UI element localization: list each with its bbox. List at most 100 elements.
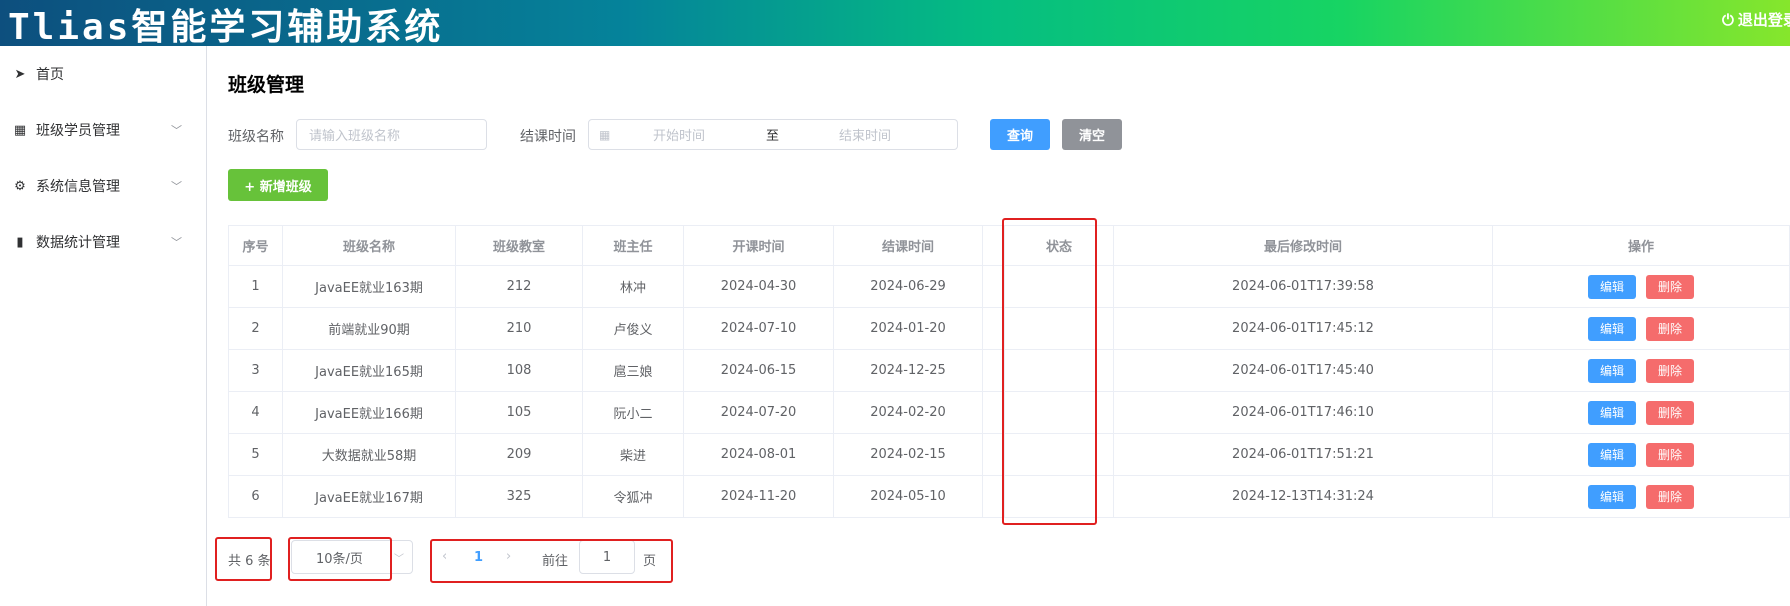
highlight-page-size [288, 537, 392, 581]
table-cell: 2024-06-29 [833, 265, 983, 308]
actions-cell: 编辑 删除 [1492, 349, 1790, 392]
table-cell: JavaEE就业165期 [282, 349, 456, 392]
table-cell: 2024-06-01T17:46:10 [1113, 391, 1493, 434]
sidebar-item-class-student[interactable]: ▦ 班级学员管理 ﹀ [0, 102, 206, 158]
table-cell: 2024-06-01T17:51:21 [1113, 433, 1493, 476]
actions-cell: 编辑 删除 [1492, 307, 1790, 350]
column-header: 序号 [228, 225, 283, 266]
table-cell: 前端就业90期 [282, 307, 456, 350]
logout-button[interactable]: ⏻退出登录 [1722, 9, 1790, 30]
delete-button[interactable]: 删除 [1646, 274, 1694, 299]
table-cell: 2024-12-25 [833, 349, 983, 392]
query-button[interactable]: 查询 [990, 119, 1050, 150]
chevron-down-icon: ﹀ [171, 124, 182, 137]
table-cell: 大数据就业58期 [282, 433, 456, 476]
column-header: 班主任 [582, 225, 684, 266]
table-cell: 105 [455, 391, 583, 434]
table-cell: 2 [228, 307, 283, 350]
table-cell: 2024-11-20 [683, 475, 834, 518]
table-cell: JavaEE就业167期 [282, 475, 456, 518]
highlight-total [215, 537, 272, 581]
edit-button[interactable]: 编辑 [1588, 442, 1636, 467]
start-date-input[interactable]: 开始时间 [653, 125, 705, 144]
column-header: 结课时间 [833, 225, 983, 266]
delete-button[interactable]: 删除 [1646, 484, 1694, 509]
table-cell: 1 [228, 265, 283, 308]
gear-icon: ⚙ [14, 178, 26, 194]
sidebar-item-system-info[interactable]: ⚙ 系统信息管理 ﹀ [0, 158, 206, 214]
table-cell: 扈三娘 [582, 349, 684, 392]
edit-button[interactable]: 编辑 [1588, 400, 1636, 425]
table-cell: 5 [228, 433, 283, 476]
table-cell: 柴进 [582, 433, 684, 476]
actions-cell: 编辑 删除 [1492, 391, 1790, 434]
table-cell: 210 [455, 307, 583, 350]
column-header: 开课时间 [683, 225, 834, 266]
edit-button[interactable]: 编辑 [1588, 358, 1636, 383]
table-cell: 林冲 [582, 265, 684, 308]
sidebar: ➤ 首页 ▦ 班级学员管理 ﹀ ⚙ 系统信息管理 ﹀ ▮ 数据统计管理 ﹀ [0, 46, 207, 606]
column-header: 操作 [1492, 225, 1790, 266]
table-cell: 212 [455, 265, 583, 308]
delete-button[interactable]: 删除 [1646, 442, 1694, 467]
delete-button[interactable]: 删除 [1646, 316, 1694, 341]
end-date-label: 结课时间 [520, 129, 576, 145]
app-title: Tlias智能学习辅助系统 [8, 7, 444, 46]
table-cell: 325 [455, 475, 583, 518]
class-name-input[interactable]: 请输入班级名称 [296, 119, 487, 150]
table-cell: 2024-07-20 [683, 391, 834, 434]
delete-button[interactable]: 删除 [1646, 358, 1694, 383]
delete-button[interactable]: 删除 [1646, 400, 1694, 425]
actions-cell: 编辑 删除 [1492, 265, 1790, 308]
range-separator: 至 [766, 129, 780, 144]
chevron-down-icon: ﹀ [171, 236, 182, 249]
page-title: 班级管理 [228, 74, 305, 96]
table-cell: 2024-04-30 [683, 265, 834, 308]
table-cell: 209 [455, 433, 583, 476]
chevron-down-icon: ﹀ [171, 180, 182, 193]
table-cell: 2024-02-20 [833, 391, 983, 434]
logout-label: 退出登录 [1737, 11, 1790, 29]
table-cell: 2024-06-01T17:45:40 [1113, 349, 1493, 392]
edit-button[interactable]: 编辑 [1588, 316, 1636, 341]
table-cell: 2024-02-15 [833, 433, 983, 476]
class-name-label: 班级名称 [228, 129, 284, 145]
table-cell: 2024-12-13T14:31:24 [1113, 475, 1493, 518]
sidebar-item-home[interactable]: ➤ 首页 [0, 46, 206, 102]
column-header: 班级教室 [455, 225, 583, 266]
table-cell: 阮小二 [582, 391, 684, 434]
edit-button[interactable]: 编辑 [1588, 484, 1636, 509]
table-cell: 2024-01-20 [833, 307, 983, 350]
table-cell: 3 [228, 349, 283, 392]
highlight-status-column [1002, 218, 1097, 525]
grid-icon: ▦ [13, 122, 27, 138]
highlight-pager [430, 539, 673, 583]
table-cell: 2024-05-10 [833, 475, 983, 518]
chevron-down-icon: ﹀ [394, 553, 404, 565]
table-cell: 2024-08-01 [683, 433, 834, 476]
paper-plane-icon: ➤ [14, 66, 26, 82]
sidebar-item-label: 班级学员管理 [36, 123, 120, 139]
table-cell: 2024-06-15 [683, 349, 834, 392]
class-name-placeholder: 请输入班级名称 [309, 129, 401, 144]
power-icon: ⏻ [1722, 10, 1734, 29]
actions-cell: 编辑 删除 [1492, 475, 1790, 518]
sidebar-item-label: 系统信息管理 [36, 179, 120, 195]
sidebar-item-statistics[interactable]: ▮ 数据统计管理 ﹀ [0, 214, 206, 270]
table-cell: 108 [455, 349, 583, 392]
app-header: Tlias智能学习辅助系统 ⏻退出登录 [0, 0, 1790, 46]
sidebar-item-label: 首页 [36, 67, 64, 83]
table-cell: 2024-06-01T17:39:58 [1113, 265, 1493, 308]
clear-button[interactable]: 清空 [1062, 119, 1122, 150]
column-header: 最后修改时间 [1113, 225, 1493, 266]
sidebar-item-label: 数据统计管理 [36, 235, 120, 251]
table-cell: 6 [228, 475, 283, 518]
add-class-button[interactable]: + 新增班级 [228, 169, 328, 201]
edit-button[interactable]: 编辑 [1588, 274, 1636, 299]
date-range-picker[interactable]: ▦ 开始时间 至 结束时间 [588, 119, 958, 150]
table-cell: 卢俊义 [582, 307, 684, 350]
table-cell: JavaEE就业166期 [282, 391, 456, 434]
table-cell: 4 [228, 391, 283, 434]
end-date-input[interactable]: 结束时间 [839, 125, 891, 144]
table-cell: 2024-07-10 [683, 307, 834, 350]
